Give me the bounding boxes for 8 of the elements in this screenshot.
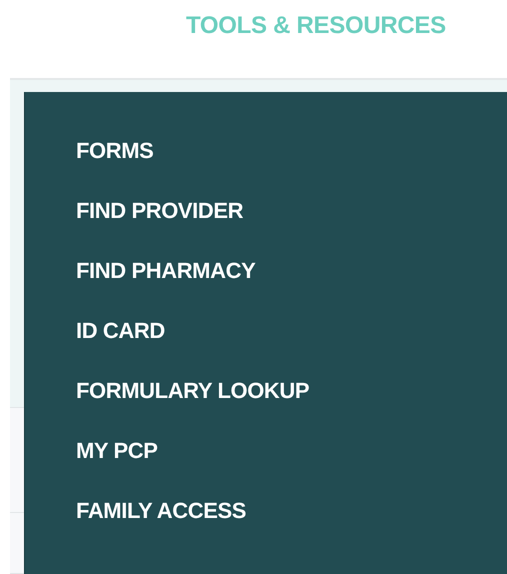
menu-item[interactable]: FIND PHARMACY (76, 241, 256, 301)
menu-item[interactable]: MY PCP (76, 421, 158, 481)
menu-item[interactable]: FORMS (76, 121, 154, 181)
menu-item[interactable]: ID CARD (76, 301, 165, 361)
section-title: TOOLS & RESOURCES (186, 12, 446, 40)
menu-item[interactable]: FORMULARY LOOKUP (76, 361, 310, 421)
menu-item[interactable]: FIND PROVIDER (76, 181, 244, 241)
menu-item[interactable]: FAMILY ACCESS (76, 481, 246, 541)
